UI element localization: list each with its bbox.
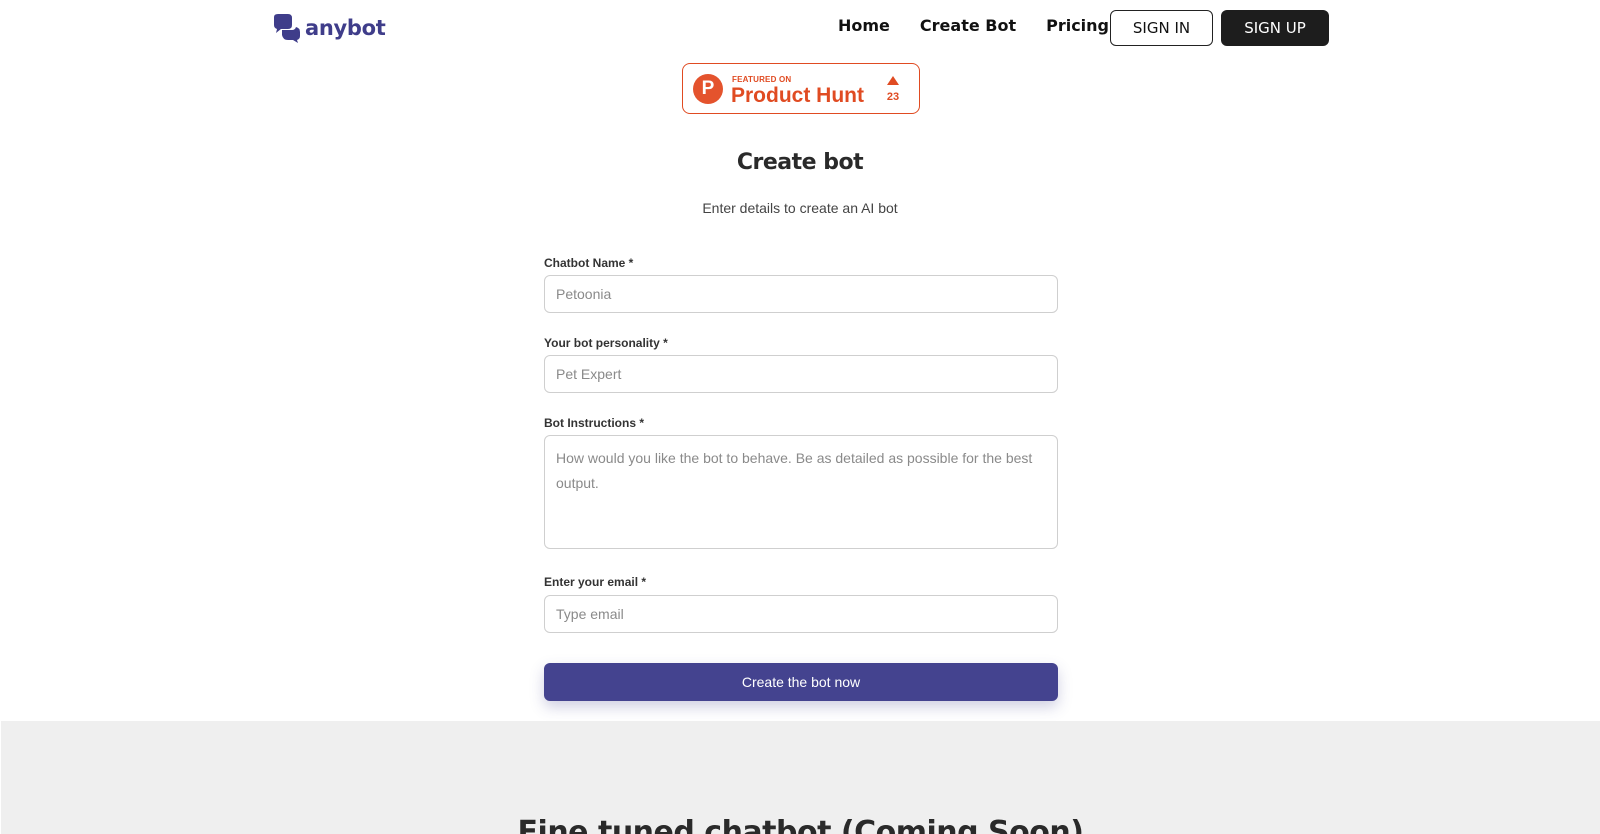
- header: anybot Home Create Bot Pricing SIGN IN S…: [0, 0, 1600, 56]
- create-bot-button[interactable]: Create the bot now: [544, 663, 1058, 701]
- product-hunt-icon: P: [693, 74, 723, 104]
- bot-instructions-textarea[interactable]: [544, 435, 1058, 549]
- upvote-arrow-icon: [887, 76, 899, 85]
- chat-bubbles-icon: [274, 14, 300, 43]
- ph-vote-count: 23: [886, 91, 900, 103]
- fine-tuned-title: Fine tuned chatbot (Coming Soon): [517, 815, 1084, 834]
- bot-personality-label: Your bot personality *: [544, 336, 668, 350]
- page-subtitle: Enter details to create an AI bot: [702, 200, 898, 216]
- bot-instructions-label: Bot Instructions *: [544, 416, 645, 430]
- nav-pricing[interactable]: Pricing: [1046, 16, 1109, 35]
- page-title: Create bot: [736, 150, 864, 175]
- page: anybot Home Create Bot Pricing SIGN IN S…: [0, 0, 1600, 834]
- nav-home[interactable]: Home: [838, 16, 890, 35]
- brand-name: anybot: [305, 16, 386, 40]
- email-input[interactable]: [544, 595, 1058, 633]
- nav-create-bot[interactable]: Create Bot: [920, 16, 1016, 35]
- brand-logo[interactable]: anybot: [271, 13, 386, 43]
- fine-tuned-section: Fine tuned chatbot (Coming Soon): [1, 721, 1600, 834]
- chatbot-name-input[interactable]: [544, 275, 1058, 313]
- chatbot-name-label: Chatbot Name *: [544, 256, 634, 270]
- ph-name-text: Product Hunt: [731, 84, 864, 107]
- email-label: Enter your email *: [544, 575, 647, 589]
- sign-in-button[interactable]: SIGN IN: [1110, 10, 1213, 46]
- product-hunt-badge[interactable]: P FEATURED ON Product Hunt 23: [682, 63, 920, 114]
- bot-personality-input[interactable]: [544, 355, 1058, 393]
- sign-up-button[interactable]: SIGN UP: [1221, 10, 1329, 46]
- ph-featured-text: FEATURED ON: [732, 75, 792, 84]
- main-nav: Home Create Bot Pricing: [838, 16, 1109, 35]
